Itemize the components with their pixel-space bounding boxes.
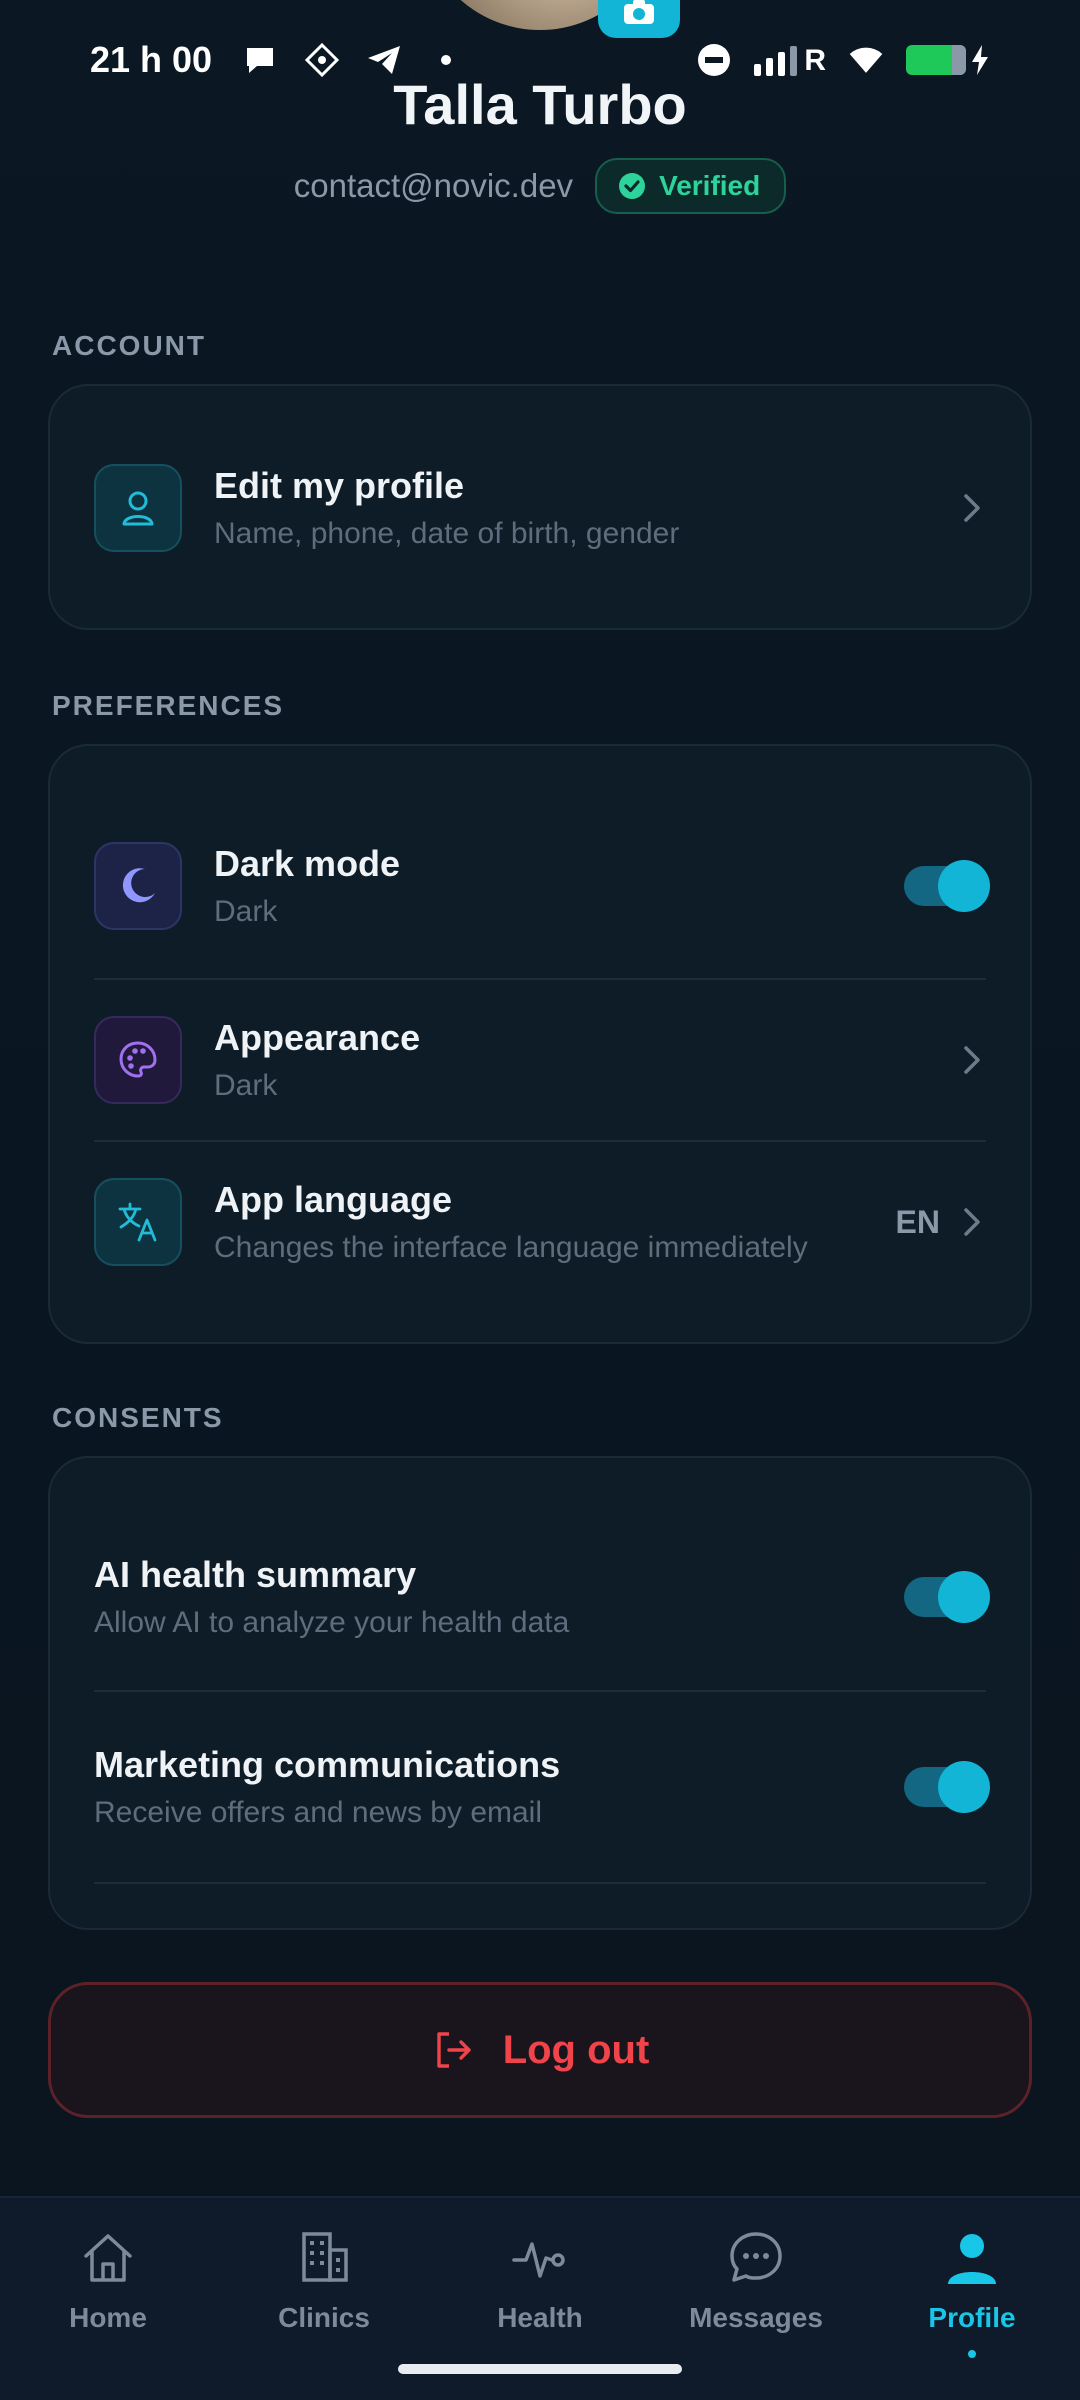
logout-label: Log out: [502, 2027, 650, 2072]
moon-icon: [94, 842, 182, 930]
nav-label-messages: Messages: [689, 2302, 823, 2333]
marketing-communications-subtitle: Receive offers and news by email: [94, 1796, 543, 1829]
chevron-right-icon: [964, 1046, 980, 1074]
check-circle-icon: [619, 173, 646, 199]
section-title-preferences: PREFERENCES: [52, 690, 285, 721]
edit-profile-subtitle: Name, phone, date of birth, gender: [214, 517, 680, 550]
consents-card: AI health summary Allow AI to analyze yo…: [48, 1456, 1032, 1930]
app-language-row[interactable]: App language Changes the interface langu…: [94, 1178, 986, 1266]
dot-icon: [428, 42, 464, 78]
verified-badge: Verified: [595, 158, 787, 214]
logout-button[interactable]: Log out: [48, 1982, 1032, 2118]
language-value: EN: [895, 1203, 940, 1240]
chevron-right-icon: [964, 1208, 980, 1236]
do-not-disturb-icon: [696, 42, 732, 78]
home-indicator[interactable]: [398, 2364, 682, 2374]
section-title-account: ACCOUNT: [52, 330, 206, 361]
chevron-right-icon: [964, 494, 980, 522]
dark-mode-row[interactable]: Dark mode Dark: [94, 842, 990, 930]
pulse-icon: [512, 2242, 565, 2278]
divider: [94, 1882, 986, 1884]
profile-email: contact@novic.dev: [293, 167, 574, 204]
edit-profile-title: Edit my profile: [214, 465, 465, 506]
home-icon: [84, 2234, 132, 2282]
user-icon: [94, 464, 182, 552]
marketing-communications-title: Marketing communications: [94, 1744, 561, 1785]
divider: [94, 1690, 986, 1692]
translate-icon: [94, 1178, 182, 1266]
toggle-knob: [938, 860, 990, 912]
building-icon: [302, 2232, 348, 2282]
wifi-icon: [848, 42, 884, 78]
marketing-communications-row: Marketing communications Receive offers …: [94, 1744, 990, 1830]
app-language-title: App language: [214, 1179, 453, 1220]
appearance-row[interactable]: Appearance Dark: [94, 1016, 986, 1104]
nav-label-health: Health: [497, 2302, 583, 2333]
dark-mode-toggle[interactable]: [904, 860, 990, 912]
ai-health-summary-row: AI health summary Allow AI to analyze yo…: [94, 1554, 990, 1640]
ai-health-summary-subtitle: Allow AI to analyze your health data: [94, 1606, 570, 1639]
edit-profile-row[interactable]: Edit my profile Name, phone, date of bir…: [94, 464, 986, 552]
network-label: R: [804, 44, 826, 77]
divider: [94, 978, 986, 980]
palette-icon: [94, 1016, 182, 1104]
signal-icon: R: [754, 44, 826, 76]
ai-health-summary-toggle[interactable]: [904, 1571, 990, 1623]
profile-screen: 21 h 00 R Talla Turbo contact@novic.dev …: [0, 0, 1080, 2400]
appearance-subtitle: Dark: [214, 1069, 278, 1102]
dark-mode-title: Dark mode: [214, 843, 401, 884]
active-indicator-dot: [968, 2350, 976, 2358]
nav-label-profile: Profile: [928, 2302, 1016, 2333]
charging-icon: [972, 45, 988, 75]
dark-mode-subtitle: Dark: [214, 895, 278, 928]
status-bar: 21 h 00 R: [0, 0, 1080, 120]
appearance-title: Appearance: [214, 1017, 421, 1058]
chat-bubble-icon: [730, 2232, 782, 2282]
nav-item-profile[interactable]: Profile: [864, 2198, 1080, 2400]
status-time: 21 h 00: [90, 39, 213, 80]
email-row: contact@novic.dev Verified: [0, 158, 1080, 214]
preferences-card: Dark mode Dark Appearance Dark App langu…: [48, 744, 1032, 1344]
battery-icon: [906, 45, 990, 75]
person-icon: [948, 2234, 996, 2284]
logout-icon: [436, 2032, 471, 2068]
chat-notification-icon: [242, 42, 278, 78]
toggle-knob: [938, 1761, 990, 1813]
app-language-subtitle: Changes the interface language immediate…: [214, 1231, 808, 1264]
telegram-icon: [366, 42, 402, 78]
nav-item-home[interactable]: Home: [0, 2198, 216, 2400]
ai-health-summary-title: AI health summary: [94, 1554, 417, 1595]
nav-label-home: Home: [69, 2302, 147, 2333]
marketing-communications-toggle[interactable]: [904, 1761, 990, 1813]
section-title-consents: CONSENTS: [52, 1402, 224, 1433]
app-notification-icon: [304, 42, 340, 78]
divider: [94, 1140, 986, 1142]
toggle-knob: [938, 1571, 990, 1623]
nav-label-clinics: Clinics: [278, 2302, 370, 2333]
verified-label: Verified: [659, 170, 761, 201]
account-card: Edit my profile Name, phone, date of bir…: [48, 384, 1032, 630]
